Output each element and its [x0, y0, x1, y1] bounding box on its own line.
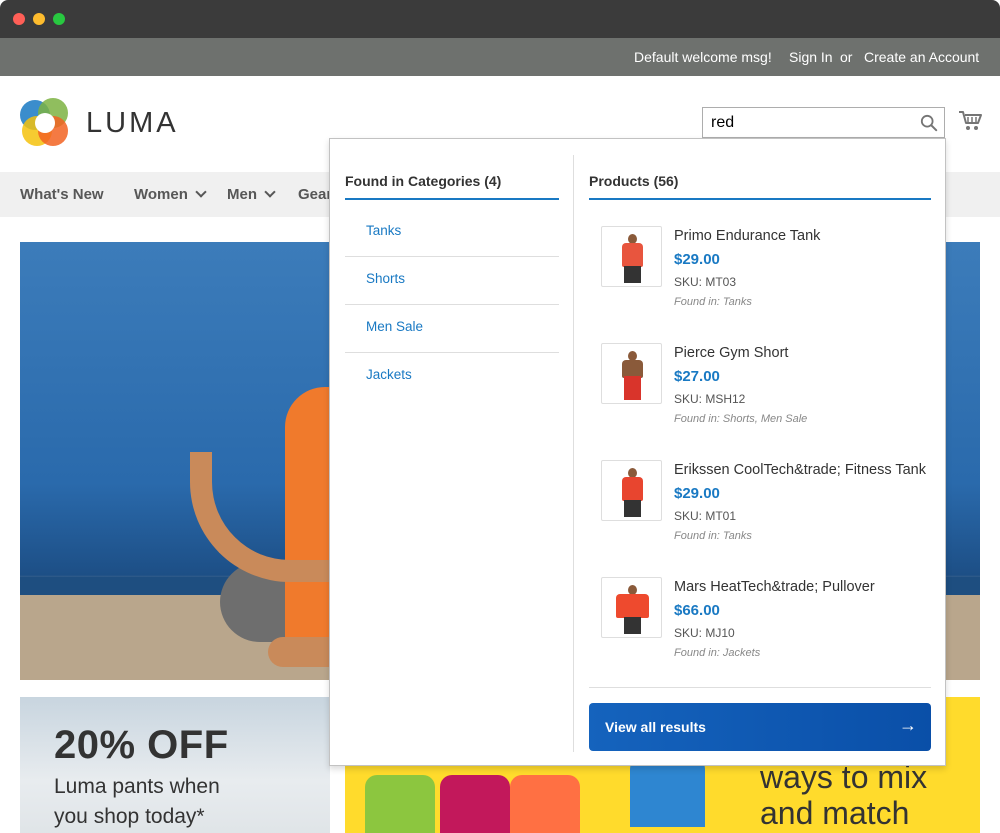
- product-thumbnail[interactable]: [601, 343, 662, 404]
- product-thumbnail[interactable]: [601, 226, 662, 287]
- luma-logo-icon: [20, 98, 70, 148]
- chevron-down-icon: [264, 186, 276, 198]
- product-thumbnail[interactable]: [601, 460, 662, 521]
- store-logo[interactable]: LUMA: [20, 98, 190, 148]
- product-sku: SKU: MT01: [674, 509, 737, 523]
- list-item: Shorts: [345, 257, 559, 305]
- product-price: $29.00: [674, 485, 720, 502]
- create-account-link[interactable]: Create an Account: [864, 49, 979, 65]
- product-name[interactable]: Primo Endurance Tank: [674, 228, 820, 244]
- category-link-jackets[interactable]: Jackets: [366, 367, 412, 382]
- product-sku: SKU: MSH12: [674, 392, 746, 406]
- window-titlebar: [0, 0, 1000, 38]
- search-icon[interactable]: [920, 114, 938, 132]
- promo-headline: 20% OFF: [54, 723, 229, 767]
- product-item[interactable]: Erikssen CoolTech&trade; Fitness Tank $2…: [601, 460, 931, 560]
- chevron-down-icon: [195, 186, 207, 198]
- product-item[interactable]: Pierce Gym Short $27.00 SKU: MSH12 Found…: [601, 343, 931, 443]
- product-price: $29.00: [674, 251, 720, 268]
- product-thumbnail[interactable]: [601, 577, 662, 638]
- arrow-right-icon: →: [899, 715, 917, 735]
- view-all-results-button[interactable]: View all results →: [589, 703, 931, 751]
- list-item: Jackets: [345, 353, 559, 401]
- nav-item-men[interactable]: Men: [227, 186, 276, 203]
- product-name[interactable]: Pierce Gym Short: [674, 345, 788, 361]
- search-box: [702, 107, 945, 138]
- product-sku: SKU: MT03: [674, 275, 737, 289]
- product-name[interactable]: Erikssen CoolTech&trade; Fitness Tank: [674, 462, 926, 478]
- cart-icon[interactable]: [958, 109, 982, 133]
- product-price: $27.00: [674, 368, 720, 385]
- close-window-button[interactable]: [13, 13, 25, 25]
- product-sku: SKU: MJ10: [674, 626, 735, 640]
- category-link-men-sale[interactable]: Men Sale: [366, 319, 423, 334]
- welcome-message: Default welcome msg!: [634, 49, 772, 65]
- category-link-tanks[interactable]: Tanks: [366, 223, 401, 238]
- promo-text-line1: Luma pants when: [54, 775, 220, 798]
- product-found-in: Found in: Jackets: [674, 647, 761, 659]
- product-found-in: Found in: Tanks: [674, 530, 752, 542]
- tee-image: [440, 775, 510, 833]
- header-top-bar: Default welcome msg! Sign In or Create a…: [0, 38, 1000, 76]
- promo-text-line2: you shop today*: [54, 805, 205, 828]
- product-item[interactable]: Mars HeatTech&trade; Pullover $66.00 SKU…: [601, 577, 931, 677]
- nav-item-whats-new[interactable]: What's New: [20, 186, 104, 203]
- nav-item-gear[interactable]: Gear: [298, 186, 332, 203]
- category-link-shorts[interactable]: Shorts: [366, 271, 405, 286]
- logo-text: LUMA: [86, 107, 179, 139]
- divider: [589, 687, 931, 688]
- list-item: Tanks: [345, 209, 559, 257]
- categories-list: Tanks Shorts Men Sale Jackets: [345, 209, 559, 401]
- product-name[interactable]: Mars HeatTech&trade; Pullover: [674, 579, 875, 595]
- promo-text-line2: and match: [760, 795, 910, 831]
- categories-heading: Found in Categories (4): [345, 173, 559, 200]
- search-autocomplete-dropdown: Found in Categories (4) Tanks Shorts Men…: [329, 138, 946, 766]
- product-found-in: Found in: Shorts, Men Sale: [674, 413, 808, 425]
- tee-image: [630, 757, 705, 827]
- sign-in-link[interactable]: Sign In: [789, 49, 833, 65]
- maximize-window-button[interactable]: [53, 13, 65, 25]
- product-found-in: Found in: Tanks: [674, 296, 752, 308]
- nav-item-women[interactable]: Women: [134, 186, 207, 203]
- products-heading: Products (56): [589, 173, 931, 200]
- minimize-window-button[interactable]: [33, 13, 45, 25]
- product-item[interactable]: Primo Endurance Tank $29.00 SKU: MT03 Fo…: [601, 226, 931, 326]
- product-price: $66.00: [674, 602, 720, 619]
- tee-image: [365, 775, 435, 833]
- tee-image: [510, 775, 580, 833]
- or-text: or: [840, 49, 853, 65]
- list-item: Men Sale: [345, 305, 559, 353]
- column-divider: [573, 155, 574, 752]
- search-input[interactable]: [703, 108, 913, 137]
- promo-pants-banner[interactable]: 20% OFF Luma pants when you shop today*: [20, 697, 330, 833]
